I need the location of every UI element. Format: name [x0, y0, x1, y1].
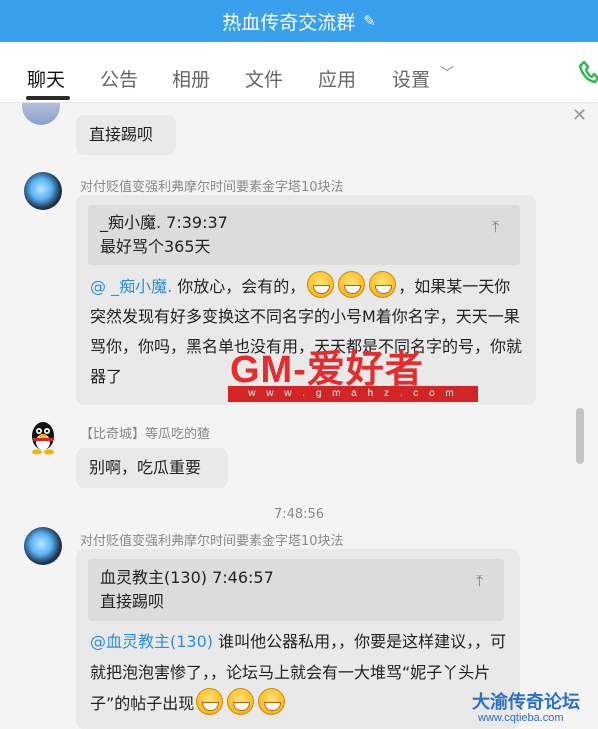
tab-announcement[interactable]: 公告: [100, 65, 138, 92]
avatar[interactable]: [24, 527, 62, 565]
scrollbar-thumb[interactable]: [576, 408, 584, 464]
forum-watermark: 大渝传奇论坛 www.cqtieba.com: [472, 688, 598, 729]
tab-chat[interactable]: 聊天: [27, 65, 65, 92]
mention-link[interactable]: @ _痴小魔.: [90, 277, 172, 296]
quoted-message[interactable]: _痴小魔. 7:39:37 最好骂个365天 ⤒: [88, 205, 520, 265]
message-bubble[interactable]: 直接踢呗: [76, 115, 176, 155]
quote-text: 最好骂个365天: [100, 237, 211, 256]
mention-link[interactable]: @血灵教主(130): [90, 632, 213, 651]
forum-title: 大渝传奇论坛: [472, 692, 580, 713]
message-bubble[interactable]: 血灵教主(130) 7:46:57 直接踢呗 ⤒ @血灵教主(130) 谁叫他公…: [76, 549, 520, 729]
chevron-down-icon[interactable]: ﹀: [440, 63, 454, 83]
message-text: @ _痴小魔. 你放心，会有的， ，如果某一天你突然发现有好多变换这不同名字的小号…: [90, 271, 524, 392]
avatar[interactable]: [22, 103, 60, 125]
group-title: 热血传奇交流群: [222, 11, 356, 34]
tab-album[interactable]: 相册: [172, 65, 210, 92]
pencil-icon[interactable]: ✎: [363, 12, 376, 30]
grin-emoji-icon: [258, 688, 286, 715]
timestamp: 7:48:56: [273, 507, 325, 522]
pin-top-icon[interactable]: ⤒: [476, 567, 492, 590]
message-bubble[interactable]: 别啊，吃瓜重要: [76, 448, 228, 488]
grin-emoji-icon: [227, 688, 255, 715]
phone-icon[interactable]: [578, 60, 598, 84]
message-text: 别啊，吃瓜重要: [89, 458, 202, 477]
tab-files[interactable]: 文件: [245, 65, 283, 92]
title-bar: 热血传奇交流群 ✎: [0, 0, 598, 42]
tab-apps[interactable]: 应用: [318, 65, 356, 92]
forum-url: www.cqtieba.com: [478, 712, 564, 724]
message-bubble[interactable]: _痴小魔. 7:39:37 最好骂个365天 ⤒ @ _痴小魔. 你放心，会有的…: [76, 195, 536, 405]
tab-settings[interactable]: 设置: [392, 65, 430, 92]
quote-text: 直接踢呗: [100, 592, 165, 611]
grin-emoji-icon: [307, 271, 335, 298]
sender-name: 对付贬值变强利弗摩尔时间要素金字塔10块法: [80, 180, 344, 195]
qq-penguin-avatar[interactable]: [24, 419, 62, 457]
grin-emoji-icon: [369, 271, 397, 298]
active-tab-indicator: [26, 96, 70, 100]
grin-emoji-icon: [338, 271, 366, 298]
quoted-message[interactable]: 血灵教主(130) 7:46:57 直接踢呗 ⤒: [88, 559, 504, 621]
close-icon[interactable]: ✕: [572, 105, 587, 126]
sender-name: 【比奇城】等瓜吃的猹: [80, 427, 211, 442]
message-text: 直接踢呗: [89, 125, 154, 144]
sender-name: 对付贬值变强利弗摩尔时间要素金字塔10块法: [80, 534, 344, 549]
message-text: @血灵教主(130) 谁叫他公器私用，，你要是这样建议，，可就把泡泡害惨了，，论…: [90, 632, 507, 715]
grin-emoji-icon: [196, 688, 224, 715]
avatar[interactable]: [24, 172, 62, 210]
chat-area[interactable]: ✕ 直接踢呗 对付贬值变强利弗摩尔时间要素金字塔10块法 _痴小魔. 7:39:…: [0, 103, 598, 729]
tab-bar: 聊天 公告 相册 文件 应用 设置 ﹀: [0, 42, 598, 103]
pin-top-icon[interactable]: ⤒: [492, 213, 508, 236]
